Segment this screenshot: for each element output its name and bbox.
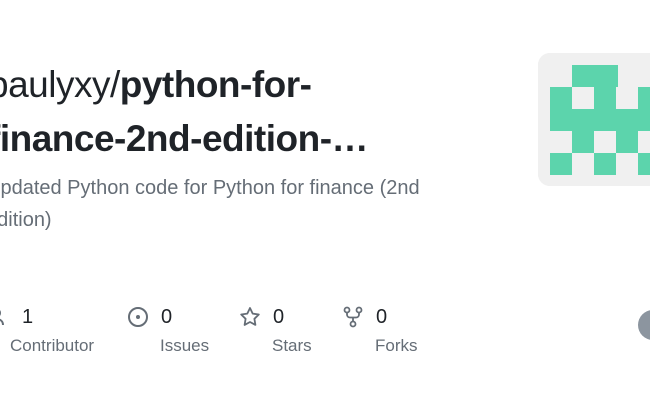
- issues-label: Issues: [160, 336, 210, 355]
- repo-name-line1[interactable]: python-for-: [120, 64, 312, 105]
- repo-owner[interactable]: paulyxy/: [0, 64, 120, 105]
- stat-stars[interactable]: 0 Stars: [239, 300, 312, 356]
- star-icon: [239, 306, 261, 328]
- stars-count: 0: [273, 305, 285, 328]
- stat-forks[interactable]: 0 Forks: [342, 300, 418, 356]
- repo-description: Updated Python code for Python for finan…: [0, 177, 420, 231]
- stat-contributors[interactable]: 1 Contributor: [0, 300, 94, 356]
- forks-label: Forks: [375, 336, 418, 355]
- contributors-label: Contributor: [10, 336, 95, 355]
- contributors-count: 1: [22, 305, 34, 328]
- forks-count: 0: [376, 305, 388, 328]
- people-icon: [0, 306, 10, 328]
- repo-stats: 1 Contributor 0 Issues 0 Stars 0 Forks: [0, 300, 650, 370]
- stat-issues[interactable]: 0 Issues: [127, 300, 209, 356]
- fork-icon: [342, 306, 364, 328]
- issue-icon: [127, 306, 149, 328]
- issues-count: 0: [161, 305, 173, 328]
- repo-social-card: paulyxy/python-for- finance-2nd-edition-…: [0, 0, 650, 400]
- identicon-icon: [538, 53, 650, 186]
- repo-title[interactable]: paulyxy/python-for- finance-2nd-edition-…: [0, 58, 508, 166]
- owner-avatar[interactable]: [538, 53, 650, 186]
- repo-name-line2[interactable]: finance-2nd-edition-…: [0, 118, 369, 159]
- stars-label: Stars: [272, 336, 312, 355]
